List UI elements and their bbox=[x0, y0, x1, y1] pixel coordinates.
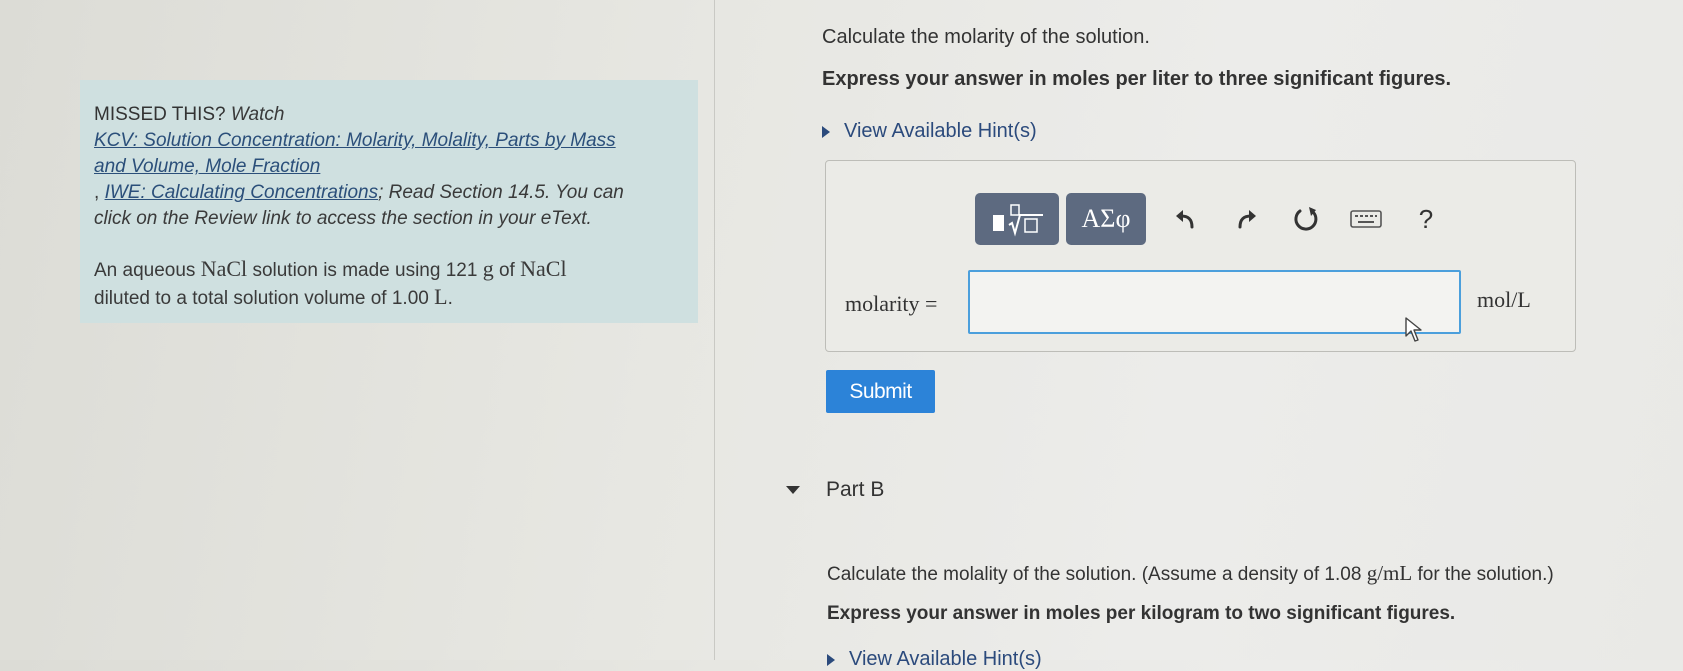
review-text: click on the Review link to access the s… bbox=[94, 208, 592, 229]
iwe-line: , IWE: Calculating Concentrations; Read … bbox=[94, 180, 684, 206]
nacl-formula: NaCl bbox=[520, 256, 567, 281]
problem-text: . bbox=[447, 288, 453, 309]
problem-text: diluted to a total solution volume of 1.… bbox=[94, 288, 429, 309]
redo-button[interactable] bbox=[1216, 193, 1276, 245]
iwe-video-link[interactable]: IWE: Calculating Concentrations bbox=[105, 182, 379, 203]
expand-triangle-icon bbox=[822, 125, 830, 138]
answer-label: molarity = bbox=[845, 291, 938, 316]
answer-unit: mol/L bbox=[1477, 287, 1531, 312]
missed-this-line: MISSED THIS? Watch bbox=[94, 102, 684, 128]
watch-label: Watch bbox=[230, 104, 285, 125]
undo-icon bbox=[1176, 210, 1194, 229]
part-b-question-text-end: for the solution.) bbox=[1417, 564, 1554, 585]
part-b-question-text: Calculate the molality of the solution. … bbox=[827, 564, 1362, 585]
math-toolbar: ΑΣφ ? bbox=[975, 193, 1456, 245]
problem-text: An aqueous bbox=[94, 260, 196, 281]
keyboard-button[interactable] bbox=[1336, 193, 1396, 245]
kcv-video-link-cont[interactable]: and Volume, Mole Fraction bbox=[94, 156, 320, 177]
video-link-line: KCV: Solution Concentration: Molarity, M… bbox=[94, 128, 684, 154]
problem-text: solution is made using 121 bbox=[252, 260, 478, 281]
undo-button[interactable] bbox=[1156, 193, 1216, 245]
templates-icon bbox=[993, 204, 1043, 237]
part-a-instruction: Express your answer in moles per liter t… bbox=[822, 68, 1452, 90]
mouse-cursor-icon bbox=[1405, 317, 1422, 342]
symbols-button[interactable]: ΑΣφ bbox=[1066, 193, 1146, 245]
templates-button[interactable] bbox=[975, 193, 1059, 245]
hints-label: View Available Hint(s) bbox=[844, 120, 1037, 142]
problem-statement: An aqueous NaCl solution is made using 1… bbox=[94, 256, 684, 312]
kcv-video-link[interactable]: KCV: Solution Concentration: Molarity, M… bbox=[94, 130, 616, 151]
reset-icon bbox=[1294, 207, 1318, 231]
keyboard-icon bbox=[1350, 210, 1382, 228]
molarity-input[interactable] bbox=[968, 270, 1461, 334]
problem-line-1: An aqueous NaCl solution is made using 1… bbox=[94, 256, 684, 284]
problem-text: of bbox=[498, 260, 515, 281]
part-a-question: Calculate the molarity of the solution. bbox=[822, 26, 1150, 48]
grams-unit: g bbox=[482, 256, 494, 281]
problem-line-2: diluted to a total solution volume of 1.… bbox=[94, 284, 684, 312]
iwe-prefix: , bbox=[94, 182, 100, 203]
part-b-question: Calculate the molality of the solution. … bbox=[827, 561, 1554, 586]
reset-button[interactable] bbox=[1276, 193, 1336, 245]
liter-unit: L bbox=[434, 284, 448, 309]
missed-this-label: MISSED THIS? bbox=[94, 104, 226, 125]
read-section-text: ; Read Section 14.5. You can bbox=[378, 182, 624, 203]
part-a-hints-toggle[interactable]: View Available Hint(s) bbox=[822, 120, 1037, 143]
part-b-instruction: Express your answer in moles per kilogra… bbox=[827, 603, 1456, 624]
part-b-title: Part B bbox=[826, 478, 885, 501]
column-divider bbox=[714, 0, 715, 660]
help-button[interactable]: ? bbox=[1396, 193, 1456, 245]
info-panel: MISSED THIS? Watch KCV: Solution Concent… bbox=[80, 80, 698, 323]
part-b-header[interactable]: Part B bbox=[786, 478, 884, 502]
nacl-formula: NaCl bbox=[200, 256, 248, 281]
submit-button[interactable]: Submit bbox=[826, 370, 935, 413]
collapse-triangle-icon bbox=[786, 486, 800, 494]
redo-icon bbox=[1238, 210, 1256, 229]
density-unit: g/mL bbox=[1366, 561, 1413, 585]
video-link-line-2: and Volume, Mole Fraction bbox=[94, 154, 684, 180]
